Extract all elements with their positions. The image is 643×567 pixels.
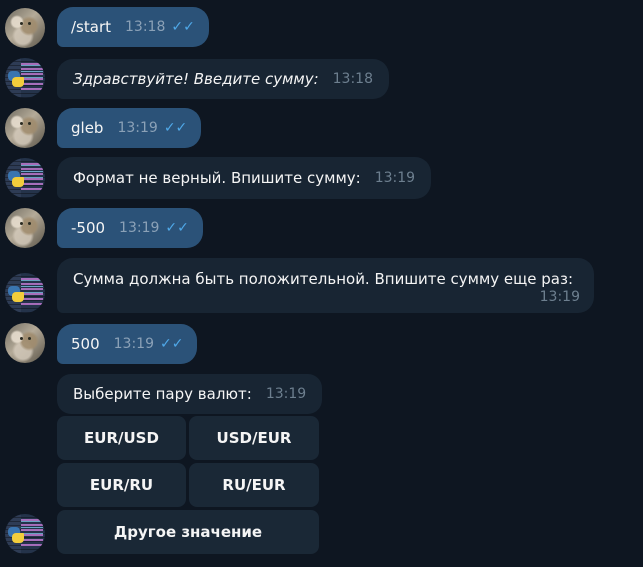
message-time: 13:19 — [113, 335, 154, 352]
keyboard-button-usd-eur[interactable]: USD/EUR — [189, 416, 319, 460]
message-text: gleb — [71, 118, 104, 137]
user-avatar[interactable] — [5, 108, 45, 148]
message-time: 13:19 — [117, 119, 158, 136]
code-lines-graphic — [21, 163, 43, 193]
message-text: -500 — [71, 218, 106, 237]
message-time: 13:19 — [119, 219, 160, 236]
code-lines-graphic — [21, 278, 43, 308]
bot-avatar[interactable] — [5, 58, 45, 98]
bot-avatar[interactable] — [5, 514, 45, 554]
keyboard-button-eur-usd[interactable]: EUR/USD — [57, 416, 186, 460]
python-logo-yellow-part — [12, 77, 24, 87]
message-text: Формат не верный. Впишите сумму: — [73, 168, 361, 187]
message-time: 13:19 — [265, 385, 307, 402]
message-text: /start — [71, 17, 111, 36]
message-time: 13:18 — [332, 70, 373, 87]
code-lines-graphic — [21, 63, 43, 93]
user-avatar[interactable] — [5, 323, 45, 363]
double-check-icon: ✓✓ — [163, 119, 188, 136]
keyboard-button-other-value[interactable]: Другое значение — [57, 510, 319, 554]
message-bubble-incoming[interactable]: Выберите пару валют: 13:19 — [57, 374, 323, 414]
user-avatar[interactable] — [5, 8, 45, 48]
keyboard-button-ru-eur[interactable]: RU/EUR — [189, 463, 319, 507]
keyboard-button-eur-ru[interactable]: EUR/RU — [57, 463, 186, 507]
message-text: 500 — [71, 334, 100, 353]
message-bubble-incoming[interactable]: Здравствуйте! Введите сумму: 13:18 — [57, 59, 389, 99]
message-bubble-outgoing[interactable]: -500 13:19 ✓✓ — [57, 208, 203, 248]
double-check-icon: ✓✓ — [171, 18, 195, 35]
message-bubble-outgoing[interactable]: 500 13:19 ✓✓ — [57, 324, 198, 364]
message-text: Выберите пару валют: — [73, 384, 252, 403]
message-time: 13:19 — [539, 289, 580, 305]
user-avatar[interactable] — [5, 208, 45, 248]
double-check-icon: ✓✓ — [165, 219, 189, 236]
python-logo-yellow-part — [12, 177, 24, 187]
message-text: Здравствуйте! Введите сумму: — [73, 69, 319, 88]
chat-history: /start 13:18 ✓✓ Здравствуйте! Введите сумм… — [0, 0, 643, 567]
message-time: 13:19 — [374, 169, 416, 186]
python-logo-yellow-part — [12, 533, 24, 543]
message-text: Сумма должна быть положительной. Впишите… — [73, 269, 574, 288]
bot-avatar[interactable] — [5, 273, 45, 313]
message-bubble-outgoing[interactable]: /start 13:18 ✓✓ — [57, 7, 209, 47]
message-bubble-outgoing[interactable]: gleb 13:19 ✓✓ — [57, 108, 202, 148]
message-bubble-incoming[interactable]: Сумма должна быть положительной. Впишите… — [57, 258, 594, 313]
code-lines-graphic — [21, 519, 43, 549]
bot-avatar[interactable] — [5, 158, 45, 198]
message-bubble-incoming[interactable]: Формат не верный. Впишите сумму: 13:19 — [57, 157, 432, 199]
python-logo-yellow-part — [12, 292, 24, 302]
double-check-icon: ✓✓ — [160, 335, 184, 352]
message-time: 13:18 — [125, 18, 166, 35]
